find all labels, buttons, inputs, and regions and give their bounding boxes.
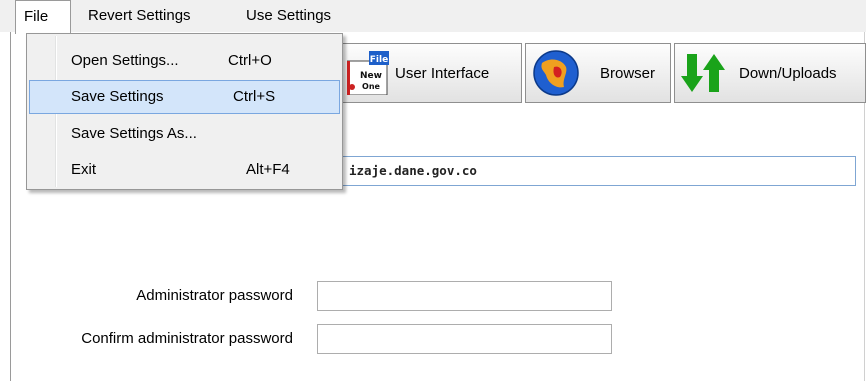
user-interface-label: User Interface <box>395 64 490 82</box>
new-icon-text: New <box>360 71 382 81</box>
menu-item-save-settings[interactable]: Save Settings Ctrl+S <box>29 80 340 114</box>
user-interface-button[interactable]: File New One User Interface <box>340 43 522 103</box>
menu-item-open-settings[interactable]: Open Settings... Ctrl+O <box>29 44 340 78</box>
save-settings-as-label: Save Settings As... <box>71 125 197 142</box>
file-new-icon: File New One <box>347 51 389 95</box>
file-dropdown-menu: Open Settings... Ctrl+O Save Settings Ct… <box>26 33 343 190</box>
save-settings-label: Save Settings <box>71 88 164 105</box>
menu-file[interactable]: File <box>15 0 71 34</box>
down-uploads-label: Down/Uploads <box>739 64 837 82</box>
open-settings-shortcut: Ctrl+O <box>228 52 272 69</box>
down-uploads-button[interactable]: Down/Uploads <box>674 43 866 103</box>
server-url-field[interactable]: izaje.dane.gov.co <box>330 156 856 186</box>
save-settings-shortcut: Ctrl+S <box>233 88 276 105</box>
admin-password-input[interactable] <box>317 281 612 311</box>
window-border-left <box>10 32 11 381</box>
menu-item-exit[interactable]: Exit Alt+F4 <box>29 153 340 187</box>
browser-globe-icon <box>533 50 579 96</box>
file-icon-text: File <box>370 55 388 65</box>
browser-button[interactable]: Browser <box>525 43 671 103</box>
confirm-password-input[interactable] <box>317 324 612 354</box>
down-up-arrows-icon <box>681 54 725 92</box>
menu-item-save-settings-as[interactable]: Save Settings As... <box>29 117 340 151</box>
exit-label: Exit <box>71 161 97 178</box>
admin-password-label: Administrator password <box>136 287 293 304</box>
confirm-password-label: Confirm administrator password <box>81 330 293 347</box>
menubar: File Revert Settings Use Settings <box>0 0 866 34</box>
menu-use-settings[interactable]: Use Settings <box>238 0 339 32</box>
menu-revert-settings[interactable]: Revert Settings <box>80 0 199 32</box>
browser-label: Browser <box>600 64 656 82</box>
open-settings-label: Open Settings... <box>71 52 179 69</box>
one-icon-text: One <box>362 82 380 91</box>
exit-shortcut: Alt+F4 <box>246 161 290 178</box>
